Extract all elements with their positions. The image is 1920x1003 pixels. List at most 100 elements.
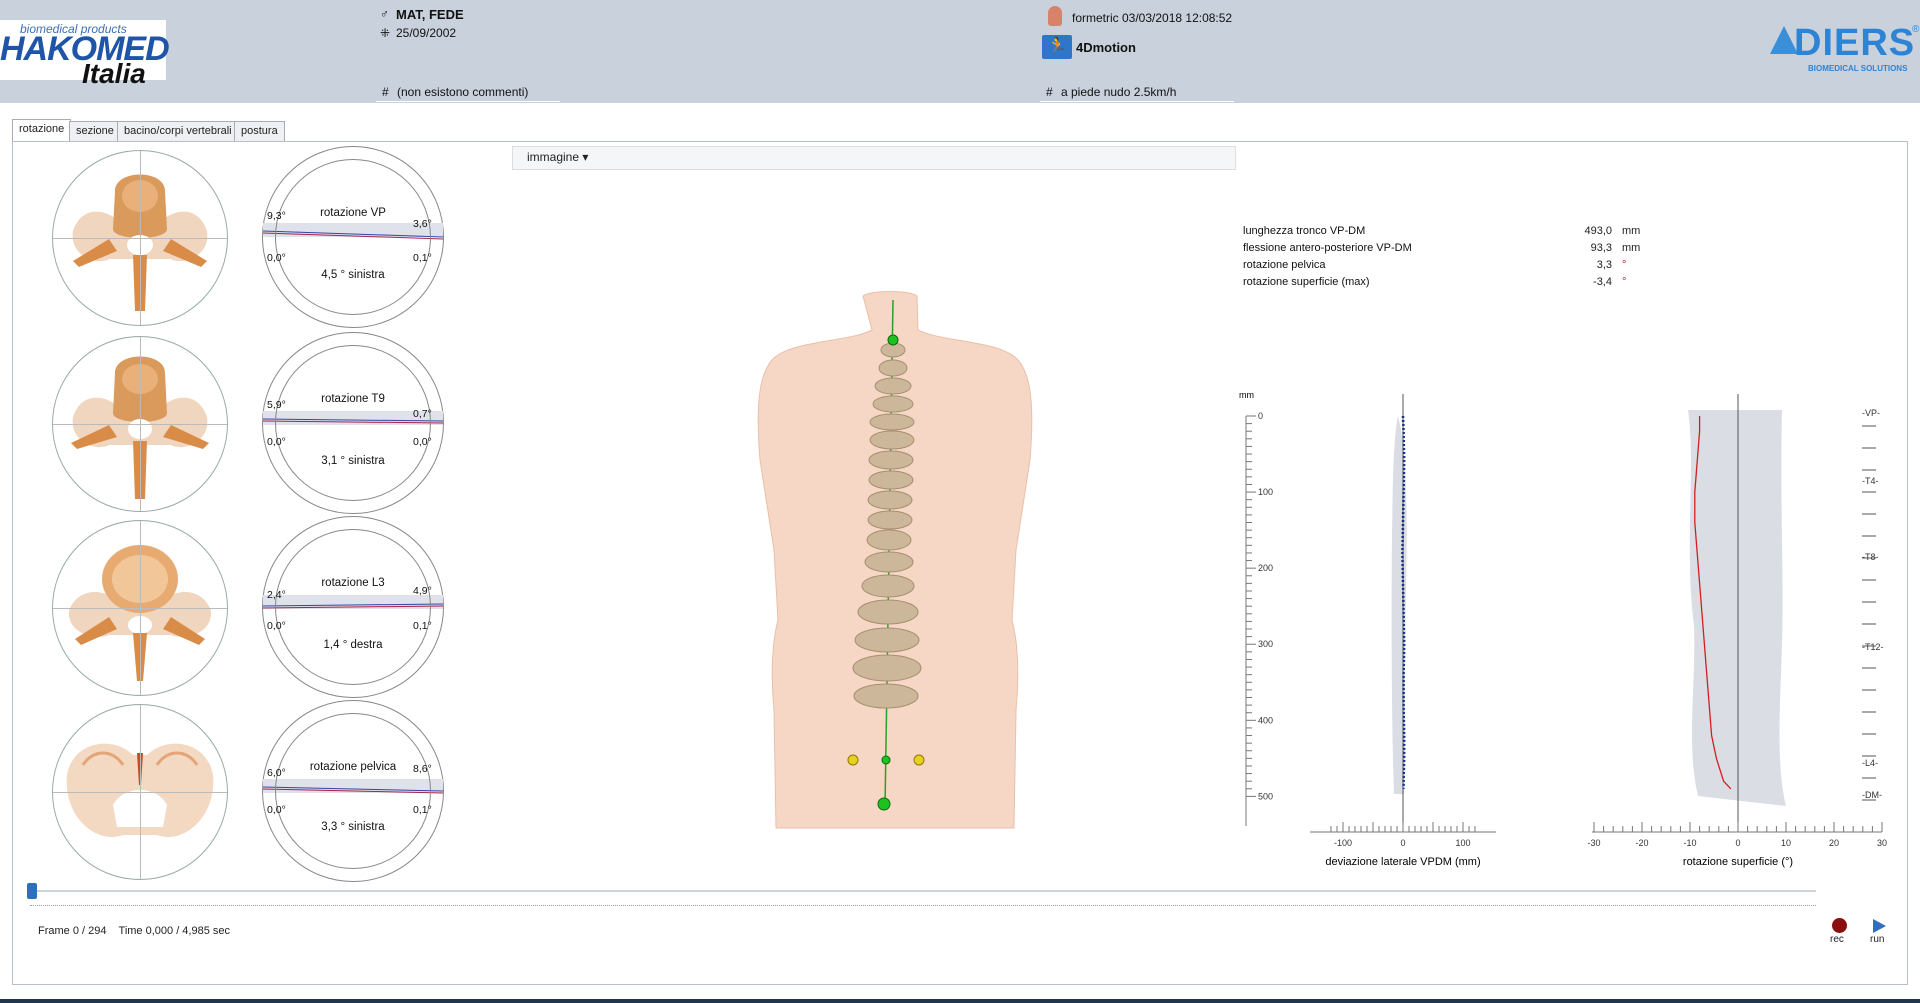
comment-icon: # — [382, 85, 389, 99]
x-tick-label: 20 — [1829, 838, 1839, 848]
condition-text[interactable]: a piede nudo 2.5km/h — [1061, 85, 1176, 99]
rotation-left-bottom: 0,0° — [267, 620, 286, 632]
rotation-gauge-result: 1,4 ° destra — [323, 639, 383, 651]
rotation-gauge-result: 4,5 ° sinistra — [321, 269, 385, 281]
patient-name: MAT, FEDE — [396, 7, 464, 22]
measurement-value: 93,3 — [1590, 242, 1612, 254]
rotation-right-top: 0,7° — [413, 408, 432, 420]
record-label[interactable]: rec — [1830, 934, 1844, 945]
x-tick-label: -30 — [1587, 838, 1600, 848]
y-tick-label: 100 — [1258, 487, 1273, 497]
tab-sezione[interactable]: sezione — [69, 121, 121, 141]
measurement-unit: mm — [1622, 242, 1641, 254]
measurement-value: 3,3 — [1596, 259, 1612, 271]
app-header: biomedical products HAKOMED Italia ♂ MAT… — [0, 0, 1920, 103]
x-tick-label: 10 — [1781, 838, 1791, 848]
vertebra-image-vp — [52, 150, 228, 326]
x-tick-label: -100 — [1334, 838, 1352, 848]
rotation-left-bottom: 0,0° — [267, 436, 286, 448]
surface-rotation-chart: -30 -20 -10 0 10 20 30 -VP- -T4- -T8- -T12- -L4- -D… — [1587, 394, 1887, 868]
measurement-unit: mm — [1622, 225, 1641, 237]
play-icon[interactable] — [1873, 919, 1886, 933]
level-label: -T8- — [1862, 552, 1879, 562]
y-tick-label: 500 — [1258, 791, 1273, 801]
y-unit-label: mm — [1239, 390, 1254, 400]
measurement-label: rotazione pelvica — [1243, 259, 1326, 271]
rotation-left-bottom: 0,0° — [267, 804, 286, 816]
rotation-left-top: 5,9° — [267, 399, 286, 411]
birth-icon: ⁜ — [380, 26, 391, 40]
record-button[interactable] — [1832, 918, 1847, 933]
taskbar-edge — [0, 999, 1920, 1003]
rotation-range-band — [1688, 410, 1786, 806]
frame-info: Frame 0 / 294 Time 0,000 / 4,985 sec — [38, 925, 230, 937]
rotation-left-top: 9,3° — [267, 210, 286, 222]
rotation-gauge-inner — [275, 529, 431, 685]
x-tick-label: -20 — [1635, 838, 1648, 848]
rotation-right-bottom: 0,1° — [413, 804, 432, 816]
level-label: -DM- — [1862, 790, 1882, 800]
time-counter: Time 0,000 / 4,985 sec — [118, 925, 231, 937]
rotation-gauge-t9: rotazione T9 3,1 ° sinistra 5,9° 0,7° 0,… — [262, 332, 444, 514]
condition-icon: # — [1046, 85, 1053, 99]
tab-rotazione[interactable]: rotazione — [12, 119, 72, 142]
diers-logo-reg: ® — [1912, 24, 1920, 35]
rotation-left-top: 6,0° — [267, 767, 286, 779]
rotation-gauge-result: 3,1 ° sinistra — [321, 455, 385, 467]
level-label: -T4- — [1862, 476, 1879, 486]
y-tick-label: 200 — [1258, 563, 1273, 573]
level-label: -T12- — [1862, 642, 1884, 652]
image-menu-button[interactable]: immagine ▾ — [527, 150, 588, 164]
rotation-right-bottom: 0,1° — [413, 620, 432, 632]
measurement-label: rotazione superficie (max) — [1243, 276, 1370, 288]
rotation-gauge-l3: rotazione L3 1,4 ° destra 2,4° 4,9° 0,0°… — [262, 516, 444, 698]
diers-logo-sub: BIOMEDICAL SOLUTIONS — [1808, 64, 1908, 73]
comment-underline — [376, 101, 560, 102]
x-axis-title: rotazione superficie (°) — [1683, 856, 1793, 868]
measurement-label: flessione antero-posteriore VP-DM — [1243, 242, 1412, 254]
y-tick-label: 400 — [1258, 715, 1273, 725]
measurement-label: lunghezza tronco VP-DM — [1243, 225, 1366, 237]
rotation-gauge-vp: rotazione VP 4,5 ° sinistra 9,3° 3,6° 0,… — [262, 146, 444, 328]
person-icon — [1048, 6, 1062, 26]
y-tick-label: 300 — [1258, 639, 1273, 649]
tab-postura[interactable]: postura — [234, 121, 285, 141]
frame-counter: Frame 0 / 294 — [38, 925, 107, 937]
vertebra-image-t9 — [52, 336, 228, 512]
x-tick-label: 100 — [1455, 838, 1470, 848]
measurement-value: 493,0 — [1584, 225, 1612, 237]
vertebra-image-pelvis — [52, 704, 228, 880]
rotation-gauge-title: rotazione T9 — [321, 393, 385, 405]
rotation-right-top: 8,6° — [413, 763, 432, 775]
back-3d-view[interactable] — [700, 290, 1090, 840]
measurement-unit: ° — [1622, 259, 1627, 271]
mode-label: 4Dmotion — [1076, 40, 1136, 55]
rotation-gauge-pelvis: rotazione pelvica 3,3 ° sinistra 6,0° 8,… — [262, 700, 444, 882]
vertebra-image-l3 — [52, 520, 228, 696]
diers-logo-word: DIERS — [1794, 22, 1916, 64]
timeline-slider-handle[interactable] — [27, 883, 37, 899]
rotation-gauge-inner — [275, 159, 431, 315]
male-icon: ♂ — [380, 7, 389, 21]
hakomed-logo-italia: Italia — [82, 58, 146, 89]
x-axis-title: deviazione laterale VPDM (mm) — [1325, 856, 1480, 868]
x-tick-label: 30 — [1877, 838, 1887, 848]
rotation-left-bottom: 0,0° — [267, 252, 286, 264]
tab-bacino-corpi-vertebrali[interactable]: bacino/corpi vertebrali — [117, 121, 239, 141]
rotation-right-top: 3,6° — [413, 218, 432, 230]
level-label: -L4- — [1862, 758, 1878, 768]
rotation-gauge-result: 3,3 ° sinistra — [321, 821, 385, 833]
timeline-track[interactable] — [30, 890, 1816, 892]
rotation-right-bottom: 0,1° — [413, 252, 432, 264]
level-label: -VP- — [1862, 408, 1880, 418]
timeline-ticks — [30, 900, 1816, 906]
x-tick-label: 0 — [1400, 838, 1405, 848]
comment-text[interactable]: (non esistono commenti) — [397, 85, 528, 99]
x-tick-label: -10 — [1683, 838, 1696, 848]
run-label[interactable]: run — [1870, 934, 1884, 945]
rotation-left-top: 2,4° — [267, 589, 286, 601]
x-tick-label: 0 — [1735, 838, 1740, 848]
scan-info: formetric 03/03/2018 12:08:52 — [1072, 11, 1233, 25]
view-toolbar: immagine ▾ — [512, 146, 1236, 170]
diers-logo: DIERS ® BIOMEDICAL SOLUTIONS — [1770, 22, 1920, 78]
